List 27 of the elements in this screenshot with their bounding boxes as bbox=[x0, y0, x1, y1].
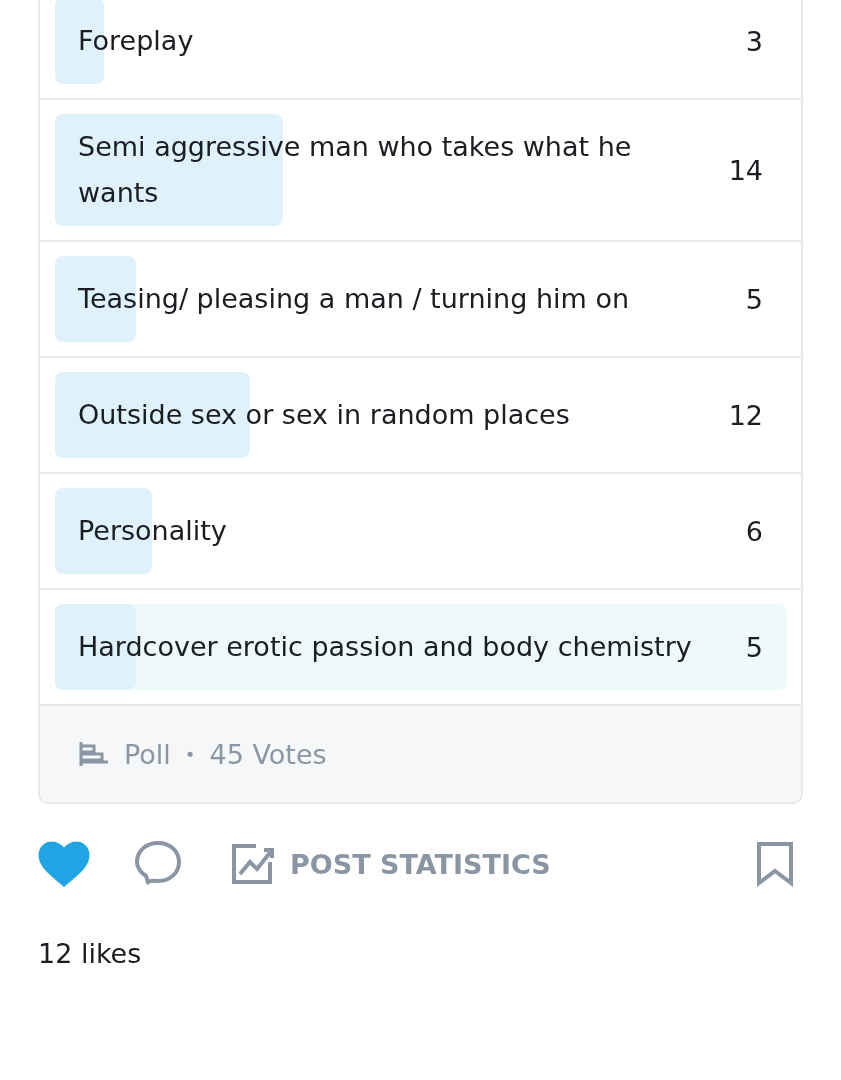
comment-button[interactable] bbox=[134, 840, 182, 888]
poll-icon bbox=[78, 740, 110, 768]
vote-count: 14 bbox=[727, 154, 764, 186]
vote-count: 5 bbox=[744, 283, 764, 315]
poll-option[interactable]: Teasing/ pleasing a man / turning him on 5 bbox=[55, 256, 787, 342]
option-label: Foreplay bbox=[77, 24, 195, 58]
option-label: Hardcover erotic passion and body chemistry bbox=[77, 630, 693, 664]
poll-option[interactable]: Outside sex or sex in random places 12 bbox=[55, 372, 787, 458]
poll-type: Poll bbox=[124, 738, 171, 770]
vote-total: 45 Votes bbox=[209, 738, 327, 770]
separator-dot: • bbox=[184, 743, 196, 765]
chart-icon bbox=[230, 842, 276, 886]
vote-count: 12 bbox=[727, 399, 764, 431]
option-label: Teasing/ pleasing a man / turning him on bbox=[77, 282, 630, 316]
poll-option[interactable]: Semi aggressive man who takes what he wants 14 bbox=[55, 114, 787, 226]
vote-count: 5 bbox=[744, 631, 764, 663]
poll-option[interactable]: Hardcover erotic passion and body chemistry 5 bbox=[55, 604, 787, 690]
like-button[interactable] bbox=[38, 841, 90, 887]
poll-option[interactable]: Foreplay 3 bbox=[55, 0, 787, 84]
option-label: Personality bbox=[77, 514, 228, 548]
vote-count: 6 bbox=[744, 515, 764, 547]
likes-count: 12 likes bbox=[38, 938, 143, 969]
option-label: Semi aggressive man who takes what he wants bbox=[77, 130, 633, 210]
bookmark-button[interactable] bbox=[755, 841, 795, 887]
poll-option[interactable]: Personality 6 bbox=[55, 488, 787, 574]
option-label: Outside sex or sex in random places bbox=[77, 398, 571, 432]
vote-count: 3 bbox=[744, 25, 764, 57]
